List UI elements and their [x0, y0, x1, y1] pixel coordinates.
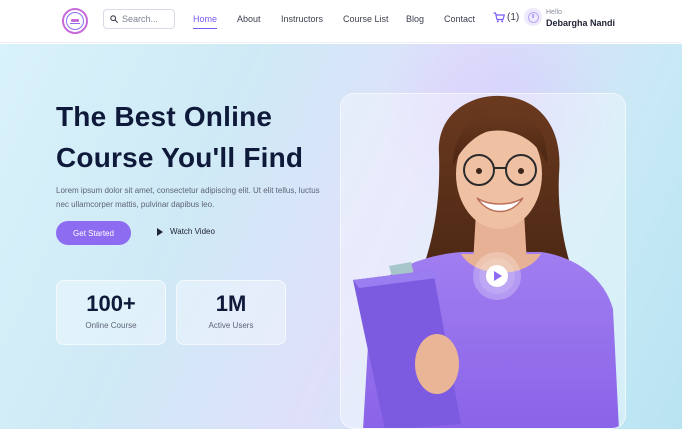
play-icon	[157, 227, 163, 236]
stat-value: 1M	[215, 291, 247, 316]
stat-card-courses: 100+ Online Course	[56, 280, 166, 345]
nav-link-home[interactable]: Home	[193, 14, 218, 29]
nav-link-instructors[interactable]: Instructors	[281, 14, 323, 24]
user-avatar-icon[interactable]	[524, 8, 542, 26]
stat-card-users: 1M Active Users	[176, 280, 286, 345]
search-input[interactable]	[122, 14, 174, 24]
hero-image-card	[340, 93, 626, 429]
nav-link-blog[interactable]: Blog	[406, 14, 424, 24]
get-started-button[interactable]: Get Started	[56, 221, 131, 245]
hero-section: The Best Online Course You'll Find Lorem…	[0, 44, 682, 429]
search-box[interactable]	[103, 9, 175, 29]
watch-video-label: Watch Video	[170, 227, 215, 236]
nav-link-about[interactable]: About	[237, 14, 261, 24]
stat-label: Active Users	[208, 321, 254, 330]
user-greeting: Hello	[546, 9, 562, 16]
top-navbar: Home About Instructors Course List Blog …	[0, 0, 682, 43]
video-play-button[interactable]	[479, 258, 515, 294]
nav-link-contact[interactable]: Contact	[444, 14, 475, 24]
video-play-icon	[494, 271, 502, 281]
logo-icon[interactable]	[62, 8, 88, 34]
cart-button[interactable]: (1)	[493, 12, 519, 23]
search-icon	[110, 15, 118, 23]
cart-icon	[493, 12, 505, 23]
hero-title: The Best Online Course You'll Find	[56, 101, 304, 173]
user-name[interactable]: Debargha Nandi	[546, 18, 615, 28]
student-image	[353, 95, 619, 428]
stat-label: Online Course	[85, 321, 137, 330]
stat-value: 100+	[86, 291, 136, 316]
nav-link-course-list[interactable]: Course List	[343, 14, 389, 24]
watch-video-button[interactable]: Watch Video	[157, 227, 215, 236]
hero-description: Lorem ipsum dolor sit amet, consectetur …	[56, 186, 320, 209]
cart-count: (1)	[507, 12, 520, 23]
